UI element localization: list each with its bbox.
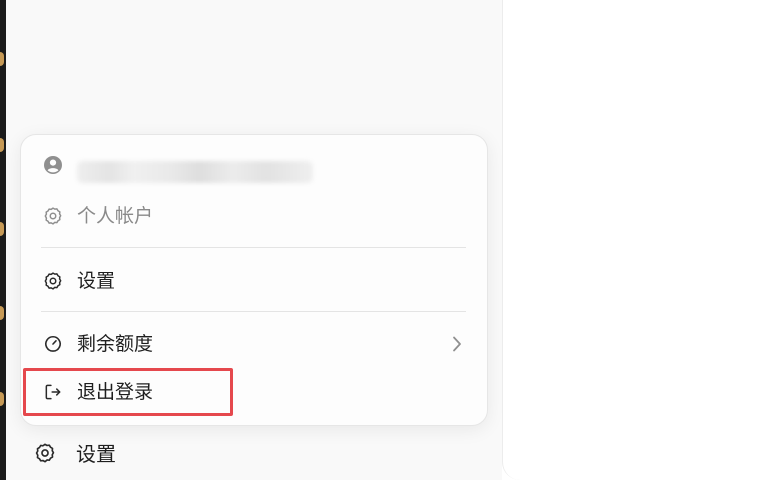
user-circle-icon: [43, 155, 63, 175]
main-panel: [502, 0, 760, 480]
edge-marker: [0, 392, 4, 406]
account-email: [77, 161, 313, 183]
logout-highlight-box: [23, 368, 233, 416]
sidebar-settings-item[interactable]: 设置: [30, 438, 330, 470]
gear-icon: [43, 206, 63, 226]
gear-icon: [34, 442, 56, 464]
chevron-right-icon: [449, 335, 465, 353]
sidebar-settings-label: 设置: [76, 442, 116, 466]
personal-account-item[interactable]: 个人帐户: [21, 199, 487, 233]
menu-divider: [41, 247, 466, 248]
remaining-quota-item[interactable]: 剩余额度: [21, 327, 487, 361]
personal-account-label: 个人帐户: [77, 205, 154, 227]
edge-marker: [0, 138, 4, 152]
edge-marker: [0, 222, 4, 236]
menu-divider: [41, 311, 466, 312]
gear-icon: [43, 271, 63, 291]
settings-item[interactable]: 设置: [21, 264, 487, 298]
settings-label: 设置: [77, 270, 116, 292]
edge-marker: [0, 306, 4, 320]
edge-marker: [0, 52, 4, 66]
account-email-item: [21, 148, 487, 183]
remaining-quota-label: 剩余额度: [77, 333, 154, 355]
gauge-icon: [43, 334, 63, 354]
